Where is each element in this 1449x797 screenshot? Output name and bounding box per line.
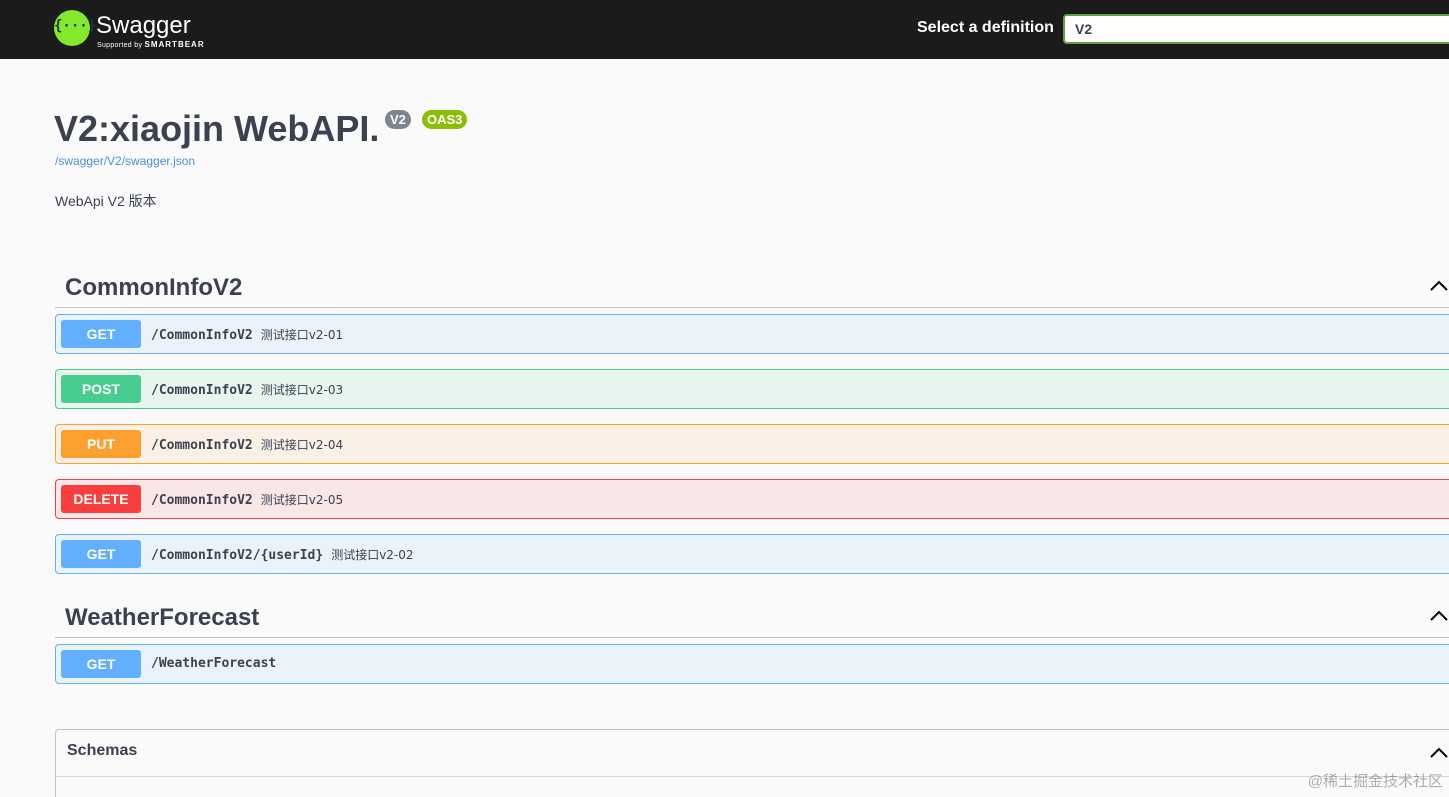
version-badge: V2 xyxy=(385,110,411,129)
operation-summary: 测试接口v2-01 xyxy=(260,328,344,342)
operation-row[interactable]: POST /CommonInfoV2 测试接口v2-03 xyxy=(55,369,1449,409)
schemas-section: Schemas xyxy=(55,729,1449,797)
operation-path: /CommonInfoV2 测试接口v2-01 xyxy=(151,328,344,343)
chevron-up-icon[interactable] xyxy=(1429,278,1449,292)
operation-path: /CommonInfoV2 测试接口v2-05 xyxy=(151,493,344,508)
watermark: @稀土掘金技术社区 xyxy=(1307,773,1443,790)
method-badge: GET xyxy=(61,540,141,568)
operation-summary: 测试接口v2-03 xyxy=(260,383,344,397)
tag-name: WeatherForecast xyxy=(65,604,260,631)
tag-name: CommonInfoV2 xyxy=(65,274,243,301)
operation-summary: 测试接口v2-02 xyxy=(331,548,414,562)
tag-header-commoninfov2[interactable]: CommonInfoV2 xyxy=(55,262,1449,308)
definition-select[interactable]: V2 xyxy=(1063,14,1449,44)
chevron-up-icon[interactable] xyxy=(1429,745,1449,759)
swagger-logo[interactable]: {···} Swagger Supported by SMARTBEAR xyxy=(54,10,204,50)
oas-badge: OAS3 xyxy=(422,110,468,129)
spec-json-link[interactable]: /swagger/V2/swagger.json xyxy=(55,154,195,168)
operation-path: /CommonInfoV2/{userId} 测试接口v2-02 xyxy=(151,548,414,563)
operation-path: /CommonInfoV2 测试接口v2-04 xyxy=(151,438,344,453)
logo-name: Swagger xyxy=(96,12,191,39)
logo-glyph: {···} xyxy=(54,18,97,34)
operation-summary: 测试接口v2-04 xyxy=(260,438,344,452)
operation-path: /WeatherForecast xyxy=(151,656,277,671)
operation-row[interactable]: PUT /CommonInfoV2 测试接口v2-04 xyxy=(55,424,1449,464)
select-definition-label: Select a definition xyxy=(917,19,1054,36)
api-title: V2:xiaojin WebAPI. xyxy=(54,108,380,149)
operation-summary: 测试接口v2-05 xyxy=(260,493,344,507)
method-badge: GET xyxy=(61,320,141,348)
divider xyxy=(56,776,1449,777)
method-badge: POST xyxy=(61,375,141,403)
api-description: WebApi V2 版本 xyxy=(55,193,157,209)
operation-row[interactable]: GET /CommonInfoV2 测试接口v2-01 xyxy=(55,314,1449,354)
operation-row[interactable]: GET /WeatherForecast xyxy=(55,644,1449,684)
method-badge: GET xyxy=(61,650,141,678)
logo-subtitle: Supported by SMARTBEAR xyxy=(97,40,205,49)
chevron-up-icon[interactable] xyxy=(1429,608,1449,622)
operation-path: /CommonInfoV2 测试接口v2-03 xyxy=(151,383,344,398)
topbar: {···} Swagger Supported by SMARTBEAR Sel… xyxy=(0,0,1449,59)
method-badge: PUT xyxy=(61,430,141,458)
schemas-title[interactable]: Schemas xyxy=(67,742,137,760)
operation-row[interactable]: GET /CommonInfoV2/{userId} 测试接口v2-02 xyxy=(55,534,1449,574)
tag-header-weatherforecast[interactable]: WeatherForecast xyxy=(55,592,1449,638)
method-badge: DELETE xyxy=(61,485,141,513)
operation-row[interactable]: DELETE /CommonInfoV2 测试接口v2-05 xyxy=(55,479,1449,519)
